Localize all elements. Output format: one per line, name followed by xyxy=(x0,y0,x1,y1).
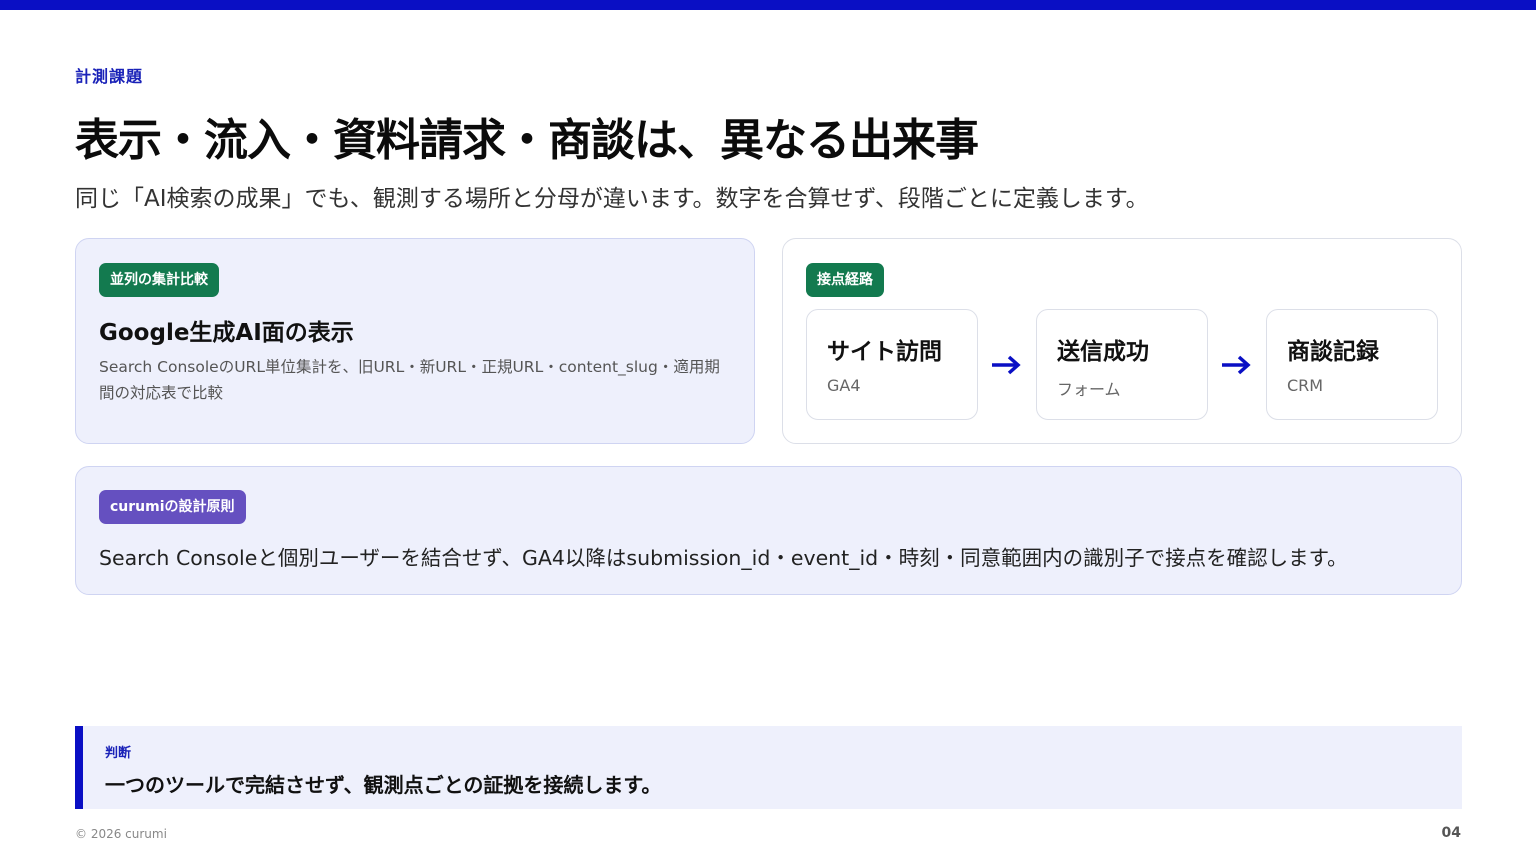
aggregate-card-title: Google生成AI面の表示 xyxy=(99,320,354,346)
aggregate-comparison-badge: 並列の集計比較 xyxy=(99,263,219,297)
aggregate-card-description: Search ConsoleのURL単位集計を、旧URL・新URL・正規URL・… xyxy=(99,358,720,402)
design-principle-card: curumiの設計原則 Search Consoleと個別ユーザーを結合せず、G… xyxy=(75,466,1462,595)
step-title: 送信成功 xyxy=(1057,339,1149,365)
touchpoint-path-badge: 接点経路 xyxy=(806,263,884,297)
page-number: 04 xyxy=(1441,825,1461,841)
design-principle-text: Search Consoleと個別ユーザーを結合せず、GA4以降はsubmiss… xyxy=(99,546,1348,570)
page-title: 表示・流入・資料請求・商談は、異なる出来事 xyxy=(75,115,979,166)
design-principle-badge: curumiの設計原則 xyxy=(99,490,246,524)
aggregate-comparison-card: 並列の集計比較 Google生成AI面の表示 Search ConsoleのUR… xyxy=(75,238,755,444)
step-source: フォーム xyxy=(1057,380,1121,399)
touchpoint-path-card: 接点経路 サイト訪問 GA4 送信成功 フォーム 商談記録 CRM xyxy=(782,238,1462,444)
step-site-visit: サイト訪問 GA4 xyxy=(806,309,978,420)
step-title: 商談記録 xyxy=(1287,339,1379,365)
page-subtitle: 同じ「AI検索の成果」でも、観測する場所と分母が違います。数字を合算せず、段階ご… xyxy=(75,186,1149,212)
footer-copyright: © 2026 curumi xyxy=(75,827,167,841)
arrow-right-icon xyxy=(1222,355,1251,375)
verdict-callout: 判断 一つのツールで完結させず、観測点ごとの証拠を接続します。 xyxy=(75,726,1462,809)
verdict-label: 判断 xyxy=(105,746,132,761)
step-form-submit: 送信成功 フォーム xyxy=(1036,309,1208,420)
verdict-text: 一つのツールで完結させず、観測点ごとの証拠を接続します。 xyxy=(105,773,662,797)
step-title: サイト訪問 xyxy=(827,339,942,365)
step-source: CRM xyxy=(1287,376,1324,395)
arrow-right-icon xyxy=(992,355,1021,375)
section-eyebrow: 計測課題 xyxy=(75,67,144,86)
step-source: GA4 xyxy=(827,376,861,395)
top-accent-bar xyxy=(0,0,1536,10)
step-deal-record: 商談記録 CRM xyxy=(1266,309,1438,420)
